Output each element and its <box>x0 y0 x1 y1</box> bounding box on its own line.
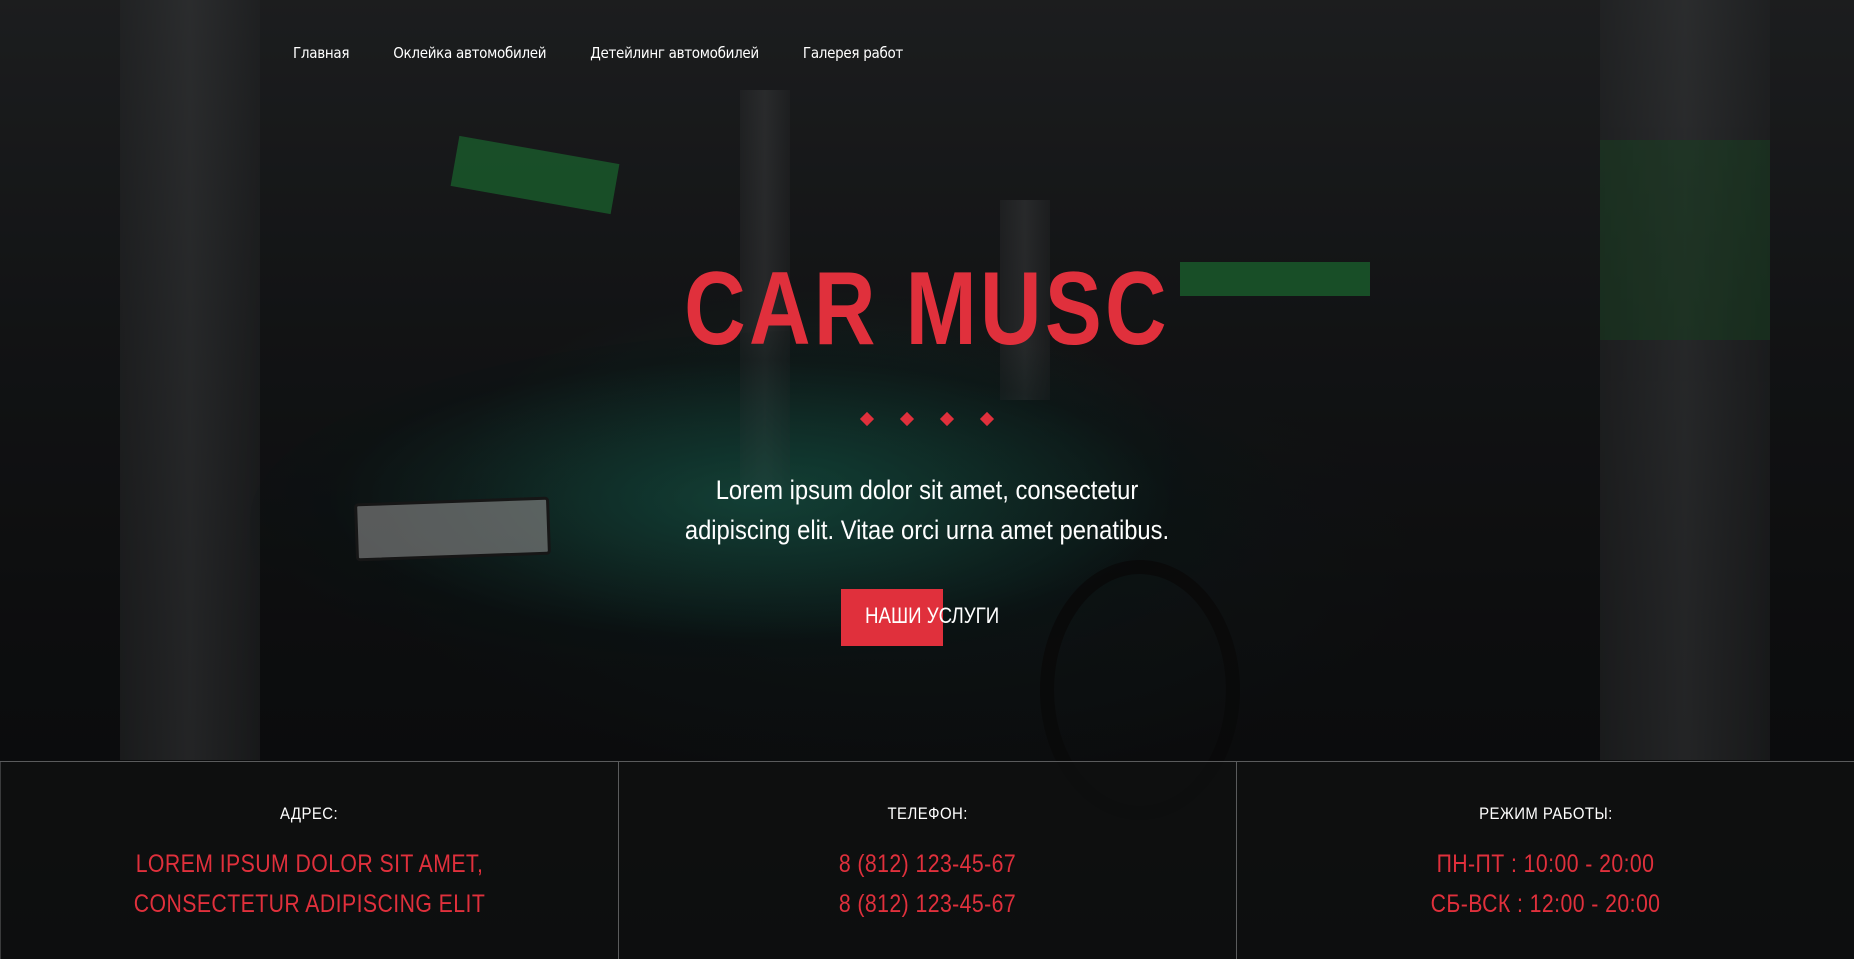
diamond-icon <box>899 411 915 427</box>
nav-item-home[interactable]: Главная <box>293 44 350 62</box>
nav-item-wrapping[interactable]: Оклейка автомобилей <box>393 44 546 62</box>
phone-number-2[interactable]: 8 (812) 123-45-67 <box>665 884 1189 924</box>
phone-block: ТЕЛЕФОН: 8 (812) 123-45-67 8 (812) 123-4… <box>618 762 1236 959</box>
working-hours-heading: РЕЖИМ РАБОТЫ: <box>1478 804 1613 823</box>
hero-description-line-1: Lorem ipsum dolor sit amet, consectetur <box>715 475 1139 505</box>
main-nav: Главная Оклейка автомобилей Детейлинг ав… <box>293 44 903 62</box>
weekend-hours: СБ-ВСК : 12:00 - 20:00 <box>1430 890 1661 918</box>
address-block: АДРЕС: LOREM IPSUM DOLOR SIT AMET, CONSE… <box>0 762 618 959</box>
our-services-button[interactable] <box>841 589 943 646</box>
diamond-icon <box>859 411 875 427</box>
contact-info-bar: АДРЕС: LOREM IPSUM DOLOR SIT AMET, CONSE… <box>0 761 1854 959</box>
hero-description: Lorem ipsum dolor sit amet, consectetur … <box>663 470 1191 550</box>
nav-item-gallery[interactable]: Галерея работ <box>803 44 903 62</box>
address-line-1: LOREM IPSUM DOLOR SIT AMET, <box>135 850 484 878</box>
hero-title: CAR MUSC <box>684 251 1170 367</box>
phone-heading: ТЕЛЕФОН: <box>887 804 968 823</box>
decorative-divider <box>859 411 995 427</box>
hero-description-line-2: adipiscing elit. Vitae orci urna amet pe… <box>684 515 1170 545</box>
diamond-icon <box>979 411 995 427</box>
weekday-hours: ПН-ПТ : 10:00 - 20:00 <box>1436 850 1655 878</box>
address-heading: АДРЕС: <box>280 804 339 823</box>
nav-item-detailing[interactable]: Детейлинг автомобилей <box>590 44 759 62</box>
working-hours-block: РЕЖИМ РАБОТЫ: ПН-ПТ : 10:00 - 20:00 СБ-В… <box>1236 762 1854 959</box>
address-line-2: CONSECTETUR ADIPISCING ELIT <box>133 890 486 918</box>
phone-number-1[interactable]: 8 (812) 123-45-67 <box>665 844 1189 884</box>
diamond-icon <box>939 411 955 427</box>
